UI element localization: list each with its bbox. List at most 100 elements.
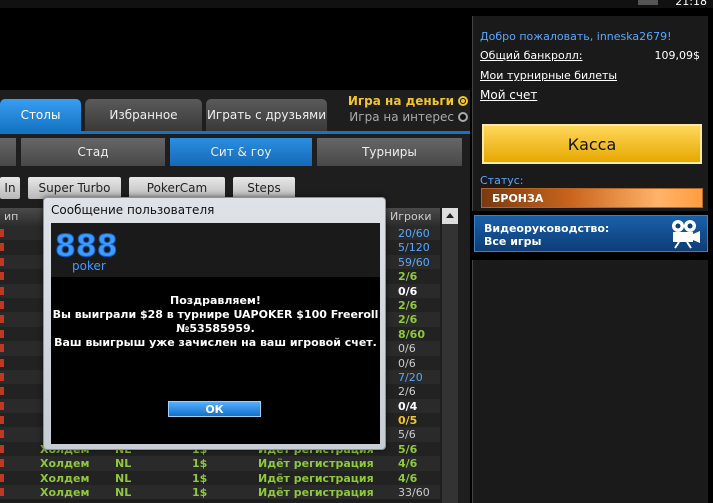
tab-play-with-friends[interactable]: Играть с друзьями	[206, 99, 327, 131]
column-header-type[interactable]: ип	[4, 210, 18, 223]
scroll-up-arrow-icon[interactable]	[442, 208, 458, 224]
video-guide-line-1: Видеоруководство:	[484, 222, 610, 235]
cell-buyin: 1$	[192, 457, 208, 471]
cell-players: 2/6	[398, 385, 416, 399]
filter-in[interactable]: In	[0, 177, 20, 199]
cell-game: Холдем	[40, 471, 90, 485]
cell-buyin: 1$	[192, 471, 208, 485]
film-camera-icon	[672, 220, 700, 249]
ok-button[interactable]: ОК	[168, 401, 261, 417]
888poker-logo: 888 poker	[55, 229, 117, 274]
game-type-tabs: Стад Сит & гоу Турниры	[0, 138, 467, 166]
cell-players: 5/6	[398, 428, 416, 442]
cell-players: 7/20	[398, 370, 423, 384]
cell-players: 5/6	[398, 442, 418, 456]
cell-status: Идёт регистрация	[258, 486, 374, 500]
cell-players: 0/6	[398, 284, 418, 298]
table-flag-icon	[0, 416, 4, 425]
money-mode-selector: Игра на деньги Игра на интерес	[340, 93, 468, 125]
tournament-tickets-link[interactable]: Мои турнирные билеты	[480, 69, 617, 82]
filter-pokercam[interactable]: PokerCam	[129, 177, 225, 199]
radio-unselected-icon[interactable]	[458, 112, 468, 122]
real-money-option[interactable]: Игра на деньги	[340, 93, 468, 109]
radio-selected-icon[interactable]	[458, 96, 468, 106]
tab-favorites[interactable]: Избранное	[85, 99, 202, 131]
message-line-4: Ваш выигрыш уже зачислен на ваш игровой …	[54, 336, 377, 349]
bankroll-link[interactable]: Общий банкролл:	[480, 49, 582, 62]
top-bar: 21:18	[0, 0, 713, 8]
cell-players: 0/6	[398, 356, 416, 370]
filter-super-turbo[interactable]: Super Turbo	[28, 177, 121, 199]
cell-players: 59/60	[398, 255, 430, 269]
dialog-body: 888 poker Поздравляем! Вы выиграли $28 в…	[51, 223, 380, 444]
logo-word: poker	[72, 259, 106, 273]
subtab-stud[interactable]: Стад	[21, 138, 165, 166]
cashier-button[interactable]: Касса	[482, 124, 702, 164]
column-header-players[interactable]: Игроки	[390, 210, 432, 223]
video-guide-banner[interactable]: Видеоруководство: Все игры	[474, 215, 708, 252]
cell-players: 5/120	[398, 241, 430, 255]
table-flag-icon	[0, 444, 4, 453]
table-row[interactable]: Холдем NL 1$ Идёт регистрация 33/60	[0, 485, 440, 500]
table-row[interactable]: Холдем NL 1$ Идёт регистрация 4/6	[0, 456, 440, 471]
user-message-dialog: Сообщение пользователя 888 poker Поздрав…	[43, 197, 386, 450]
table-flag-icon	[0, 358, 4, 367]
video-guide-text: Видеоруководство: Все игры	[484, 222, 609, 248]
table-flag-icon	[0, 372, 4, 381]
clock: 21:18	[675, 0, 707, 8]
table-flag-icon	[0, 473, 4, 482]
table-flag-icon	[0, 229, 4, 237]
cell-limit: NL	[115, 457, 132, 471]
subtab-holdem[interactable]	[0, 138, 16, 166]
cell-limit: NL	[115, 486, 132, 500]
cell-players: 4/6	[398, 457, 418, 471]
cell-players: 0/5	[398, 414, 418, 428]
table-flag-icon	[0, 387, 4, 396]
cell-players: 2/6	[398, 313, 418, 327]
message-line-3: №53585959.	[176, 322, 255, 335]
table-flag-icon	[0, 459, 4, 468]
cell-players: 4/6	[398, 471, 418, 485]
subtab-sit-and-go[interactable]: Сит & гоу	[170, 138, 312, 166]
table-flag-icon	[0, 243, 4, 252]
filter-steps[interactable]: Steps	[233, 177, 295, 199]
my-account-link[interactable]: Мой счет	[480, 88, 537, 102]
cell-players: 33/60	[398, 486, 430, 500]
subtab-tournaments[interactable]: Турниры	[317, 138, 462, 166]
table-row[interactable]: Холдем NL 1$ Идёт регистрация 4/6	[0, 470, 440, 486]
cell-players: 8/60	[398, 327, 425, 341]
table-flag-icon	[0, 488, 4, 497]
play-money-option[interactable]: Игра на интерес	[340, 109, 468, 125]
table-flag-icon	[0, 300, 4, 309]
account-sidebar: Добро пожаловать, inneska2679! Общий бан…	[472, 8, 713, 503]
cell-game: Холдем	[40, 486, 90, 500]
table-flag-icon	[0, 401, 4, 410]
cell-players: 20/60	[398, 227, 430, 240]
cell-buyin: 1$	[192, 486, 208, 500]
tab-tables[interactable]: Столы	[0, 99, 81, 131]
banner-area	[0, 8, 470, 90]
cell-limit: NL	[115, 471, 132, 485]
table-flag-icon	[0, 329, 4, 338]
mini-indicator	[638, 0, 658, 5]
table-flag-icon	[0, 344, 4, 353]
cell-game: Холдем	[40, 457, 90, 471]
table-flag-icon	[0, 272, 4, 281]
table-flag-icon	[0, 430, 4, 439]
filter-buttons: In Super Turbo PokerCam Steps	[0, 177, 303, 199]
welcome-text: Добро пожаловать, inneska2679!	[480, 30, 672, 43]
cell-status: Идёт регистрация	[258, 457, 374, 471]
tabs-underline	[0, 131, 470, 134]
brand-bar: 888 poker	[51, 223, 380, 277]
table-flag-icon	[0, 257, 4, 266]
status-label: Статус:	[480, 174, 524, 187]
dialog-message: Поздравляем! Вы выиграли $28 в турнире U…	[51, 294, 380, 350]
table-flag-icon	[0, 315, 4, 324]
dialog-title: Сообщение пользователя	[51, 203, 215, 217]
cell-status: Идёт регистрация	[258, 471, 374, 485]
message-line-2: Вы выиграли $28 в турнире UAPOKER $100 F…	[52, 308, 379, 321]
table-flag-icon	[0, 286, 4, 295]
status-badge[interactable]: БРОНЗА	[481, 188, 703, 208]
message-line-1: Поздравляем!	[170, 294, 261, 307]
table-scrollbar[interactable]	[442, 208, 458, 503]
